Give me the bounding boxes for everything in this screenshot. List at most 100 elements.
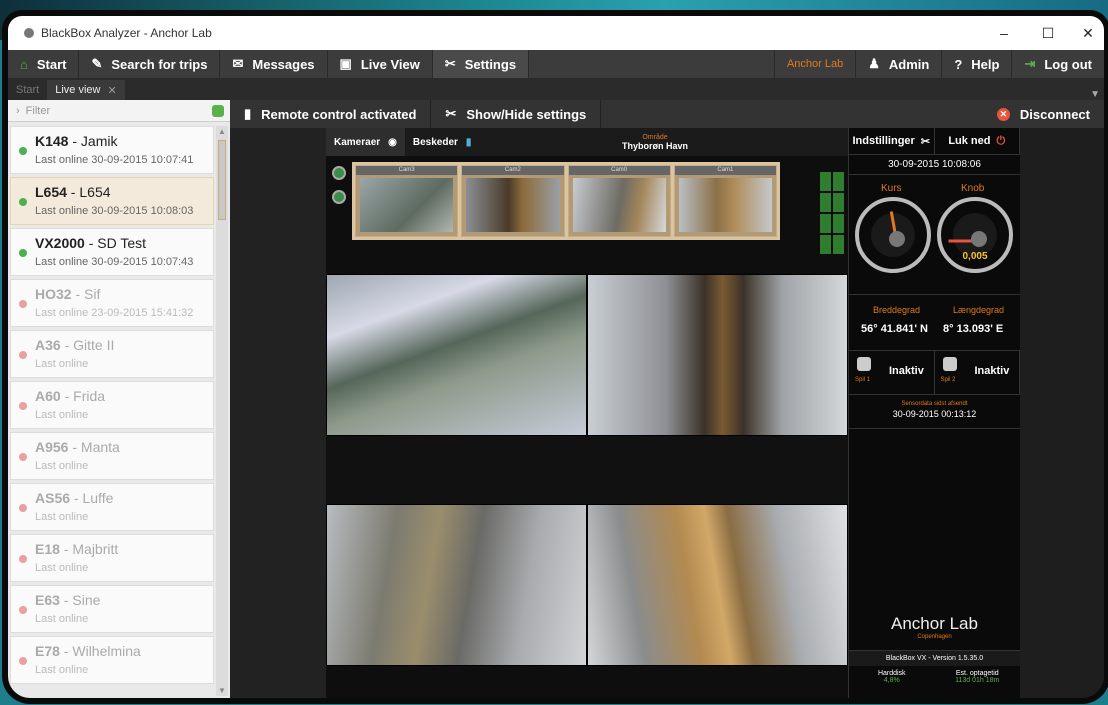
maximize-button[interactable]: ☐ bbox=[1028, 16, 1068, 50]
layout-grid-control[interactable] bbox=[820, 172, 844, 254]
nav-messages[interactable]: ✉ Messages bbox=[220, 50, 328, 78]
thumbnail-label: Cam0 bbox=[568, 166, 670, 175]
remote-control-status: ▮ Remote control activated bbox=[230, 100, 432, 128]
brand-logo: Anchor Lab Copenhagen bbox=[849, 614, 1020, 640]
tab-menu-icon[interactable]: ▼ bbox=[1090, 89, 1100, 100]
user-icon: ♟ bbox=[868, 56, 880, 71]
vessel-item[interactable]: A36 - Gitte II Last online bbox=[10, 330, 214, 378]
nav-live-view[interactable]: ▣ Live View bbox=[328, 50, 433, 78]
nav-logout-label: Log out bbox=[1044, 56, 1092, 72]
vessel-item[interactable]: L654 - L654 Last online 30-09-2015 10:08:… bbox=[10, 177, 214, 225]
status-dot bbox=[19, 504, 27, 512]
camera-feed[interactable] bbox=[326, 274, 587, 436]
vessel-item[interactable]: A60 - Frida Last online bbox=[10, 381, 214, 429]
status-dot bbox=[19, 147, 27, 155]
close-tab-icon[interactable]: ✕ bbox=[107, 84, 116, 97]
camera-thumbnail[interactable]: Cam3 bbox=[355, 165, 459, 237]
vessel-status: Last online 23-09-2015 15:41:32 bbox=[35, 307, 194, 319]
nav-logout[interactable]: ⇥ Log out bbox=[1011, 50, 1104, 78]
scrollbar-thumb[interactable] bbox=[218, 140, 226, 220]
tab-live-view[interactable]: Live view ✕ bbox=[47, 80, 125, 100]
document-tabs: Start Live view ✕ ▼ bbox=[8, 78, 1104, 100]
vessel-item[interactable]: E18 - Majbritt Last online bbox=[10, 534, 214, 582]
camera-feed[interactable] bbox=[587, 504, 848, 666]
camera-area: Kameraer ◉ Beskeder ▮ Område Thyborøn Ha… bbox=[326, 128, 848, 698]
vessel-item[interactable]: AS56 - Luffe Last online bbox=[10, 483, 214, 531]
show-hide-settings-button[interactable]: ✂ Show/Hide settings bbox=[431, 100, 602, 128]
area-value: Thyborøn Havn bbox=[621, 140, 688, 151]
sensor-label: Sensordata sidst afsendt bbox=[901, 401, 968, 407]
nav-start-label: Start bbox=[36, 56, 67, 72]
sensor-value: 30-09-2015 00:13:12 bbox=[892, 409, 977, 419]
gauges: Kurs Knob 0,005 bbox=[849, 175, 1020, 295]
vessel-name: A60 - Frida bbox=[35, 388, 106, 404]
course-label: Kurs bbox=[881, 183, 902, 194]
camera-thumbnail[interactable]: Cam0 bbox=[567, 165, 671, 237]
vessel-name: A956 - Manta bbox=[35, 439, 120, 455]
vessel-item[interactable]: E63 - Sine Last online bbox=[10, 585, 214, 633]
refresh-icon[interactable] bbox=[212, 104, 224, 117]
camera-feed[interactable] bbox=[587, 274, 848, 436]
zoom-in-icon[interactable] bbox=[332, 166, 346, 180]
shutdown-button[interactable]: Luk ned ⏻ bbox=[935, 128, 1020, 154]
search-icon: ✎ bbox=[91, 56, 103, 71]
thumbnail-label: Cam1 bbox=[674, 166, 776, 175]
vessel-sidebar: › Filter K148 - Jamik Last online 30-09-2… bbox=[8, 100, 230, 698]
vessel-item[interactable]: A956 - Manta Last online bbox=[10, 432, 214, 480]
sidebar-scrollbar[interactable]: ▲ ▼ bbox=[216, 126, 228, 696]
show-hide-label: Show/Hide settings bbox=[466, 106, 587, 122]
settings-label: Indstillinger bbox=[852, 135, 915, 147]
status-dot bbox=[19, 402, 27, 410]
nav-settings[interactable]: ✂ Settings bbox=[432, 50, 530, 78]
filter-input[interactable]: Filter bbox=[26, 105, 50, 117]
shutdown-label: Luk ned bbox=[948, 135, 991, 147]
nav-settings-label: Settings bbox=[464, 56, 517, 72]
camera-feed[interactable] bbox=[326, 504, 587, 666]
latitude-label: Breddegrad bbox=[873, 305, 921, 315]
camera-thumbnail[interactable]: Cam2 bbox=[461, 165, 565, 237]
tab-start[interactable]: Start bbox=[8, 80, 47, 100]
nav-search-trips[interactable]: ✎ Search for trips bbox=[79, 50, 221, 78]
recording-stat: Est. optagetid 113d 01h 18m bbox=[935, 666, 1021, 698]
tab-messages[interactable]: Beskeder ▮ bbox=[405, 128, 480, 156]
tab-cameras[interactable]: Kameraer ◉ bbox=[326, 128, 405, 156]
filter-bar[interactable]: › Filter bbox=[8, 100, 230, 122]
nav-help[interactable]: ? Help bbox=[941, 50, 1011, 78]
vessel-item[interactable]: K148 - Jamik Last online 30-09-2015 10:07… bbox=[10, 126, 214, 174]
close-window-button[interactable]: ✕ bbox=[1068, 16, 1104, 50]
winch-icon bbox=[942, 357, 957, 371]
vessel-name: E78 - Wilhelmina bbox=[35, 643, 141, 659]
settings-button[interactable]: Indstillinger ✂ bbox=[849, 128, 935, 154]
envelope-icon: ✉ bbox=[232, 56, 244, 71]
recording-label: Est. optagetid bbox=[955, 670, 999, 677]
camera-thumbnails: Cam3 Cam2 Cam0 Cam1 bbox=[352, 162, 780, 240]
disk-value: 4,8% bbox=[883, 677, 900, 684]
nav-start[interactable]: ⌂ Start bbox=[8, 50, 80, 78]
nav-admin[interactable]: ♟ Admin bbox=[855, 50, 941, 78]
disconnect-label: Disconnect bbox=[1019, 106, 1090, 122]
winch-2: Spil 2 Inaktiv bbox=[935, 351, 1020, 394]
power-icon: ⏻ bbox=[996, 134, 1006, 147]
nav-live-view-label: Live View bbox=[360, 56, 420, 72]
remote-control-label: Remote control activated bbox=[261, 106, 417, 122]
disk-stat: Harddisk 4,8% bbox=[849, 666, 935, 698]
vessel-item[interactable]: HO32 - Sif Last online 23-09-2015 15:41:3… bbox=[10, 279, 214, 327]
vessel-status: Last online 30-09-2015 10:07:43 bbox=[35, 256, 194, 268]
tools-icon: ✂ bbox=[444, 56, 456, 71]
vessel-item[interactable]: VX2000 - SD Test Last online 30-09-2015 1… bbox=[10, 228, 214, 276]
scroll-up-icon[interactable]: ▲ bbox=[216, 127, 228, 136]
disconnect-button[interactable]: ✕ Disconnect bbox=[983, 100, 1104, 128]
zoom-out-icon[interactable] bbox=[332, 190, 346, 204]
compass-gauge bbox=[855, 197, 931, 273]
right-spacer bbox=[1020, 128, 1104, 698]
brand-name: Anchor Lab bbox=[891, 614, 978, 633]
winch-2-value: Inaktiv bbox=[974, 365, 1010, 377]
vessel-name: L654 - L654 bbox=[35, 184, 111, 200]
vessel-name: E18 - Majbritt bbox=[35, 541, 119, 557]
minimize-button[interactable]: – bbox=[984, 16, 1024, 50]
disk-label: Harddisk bbox=[877, 670, 906, 677]
longitude-label: Længdegrad bbox=[953, 305, 1005, 315]
vessel-item[interactable]: E78 - Wilhelmina Last online bbox=[10, 636, 214, 684]
camera-thumbnail[interactable]: Cam1 bbox=[673, 165, 777, 237]
scroll-down-icon[interactable]: ▼ bbox=[216, 686, 228, 695]
